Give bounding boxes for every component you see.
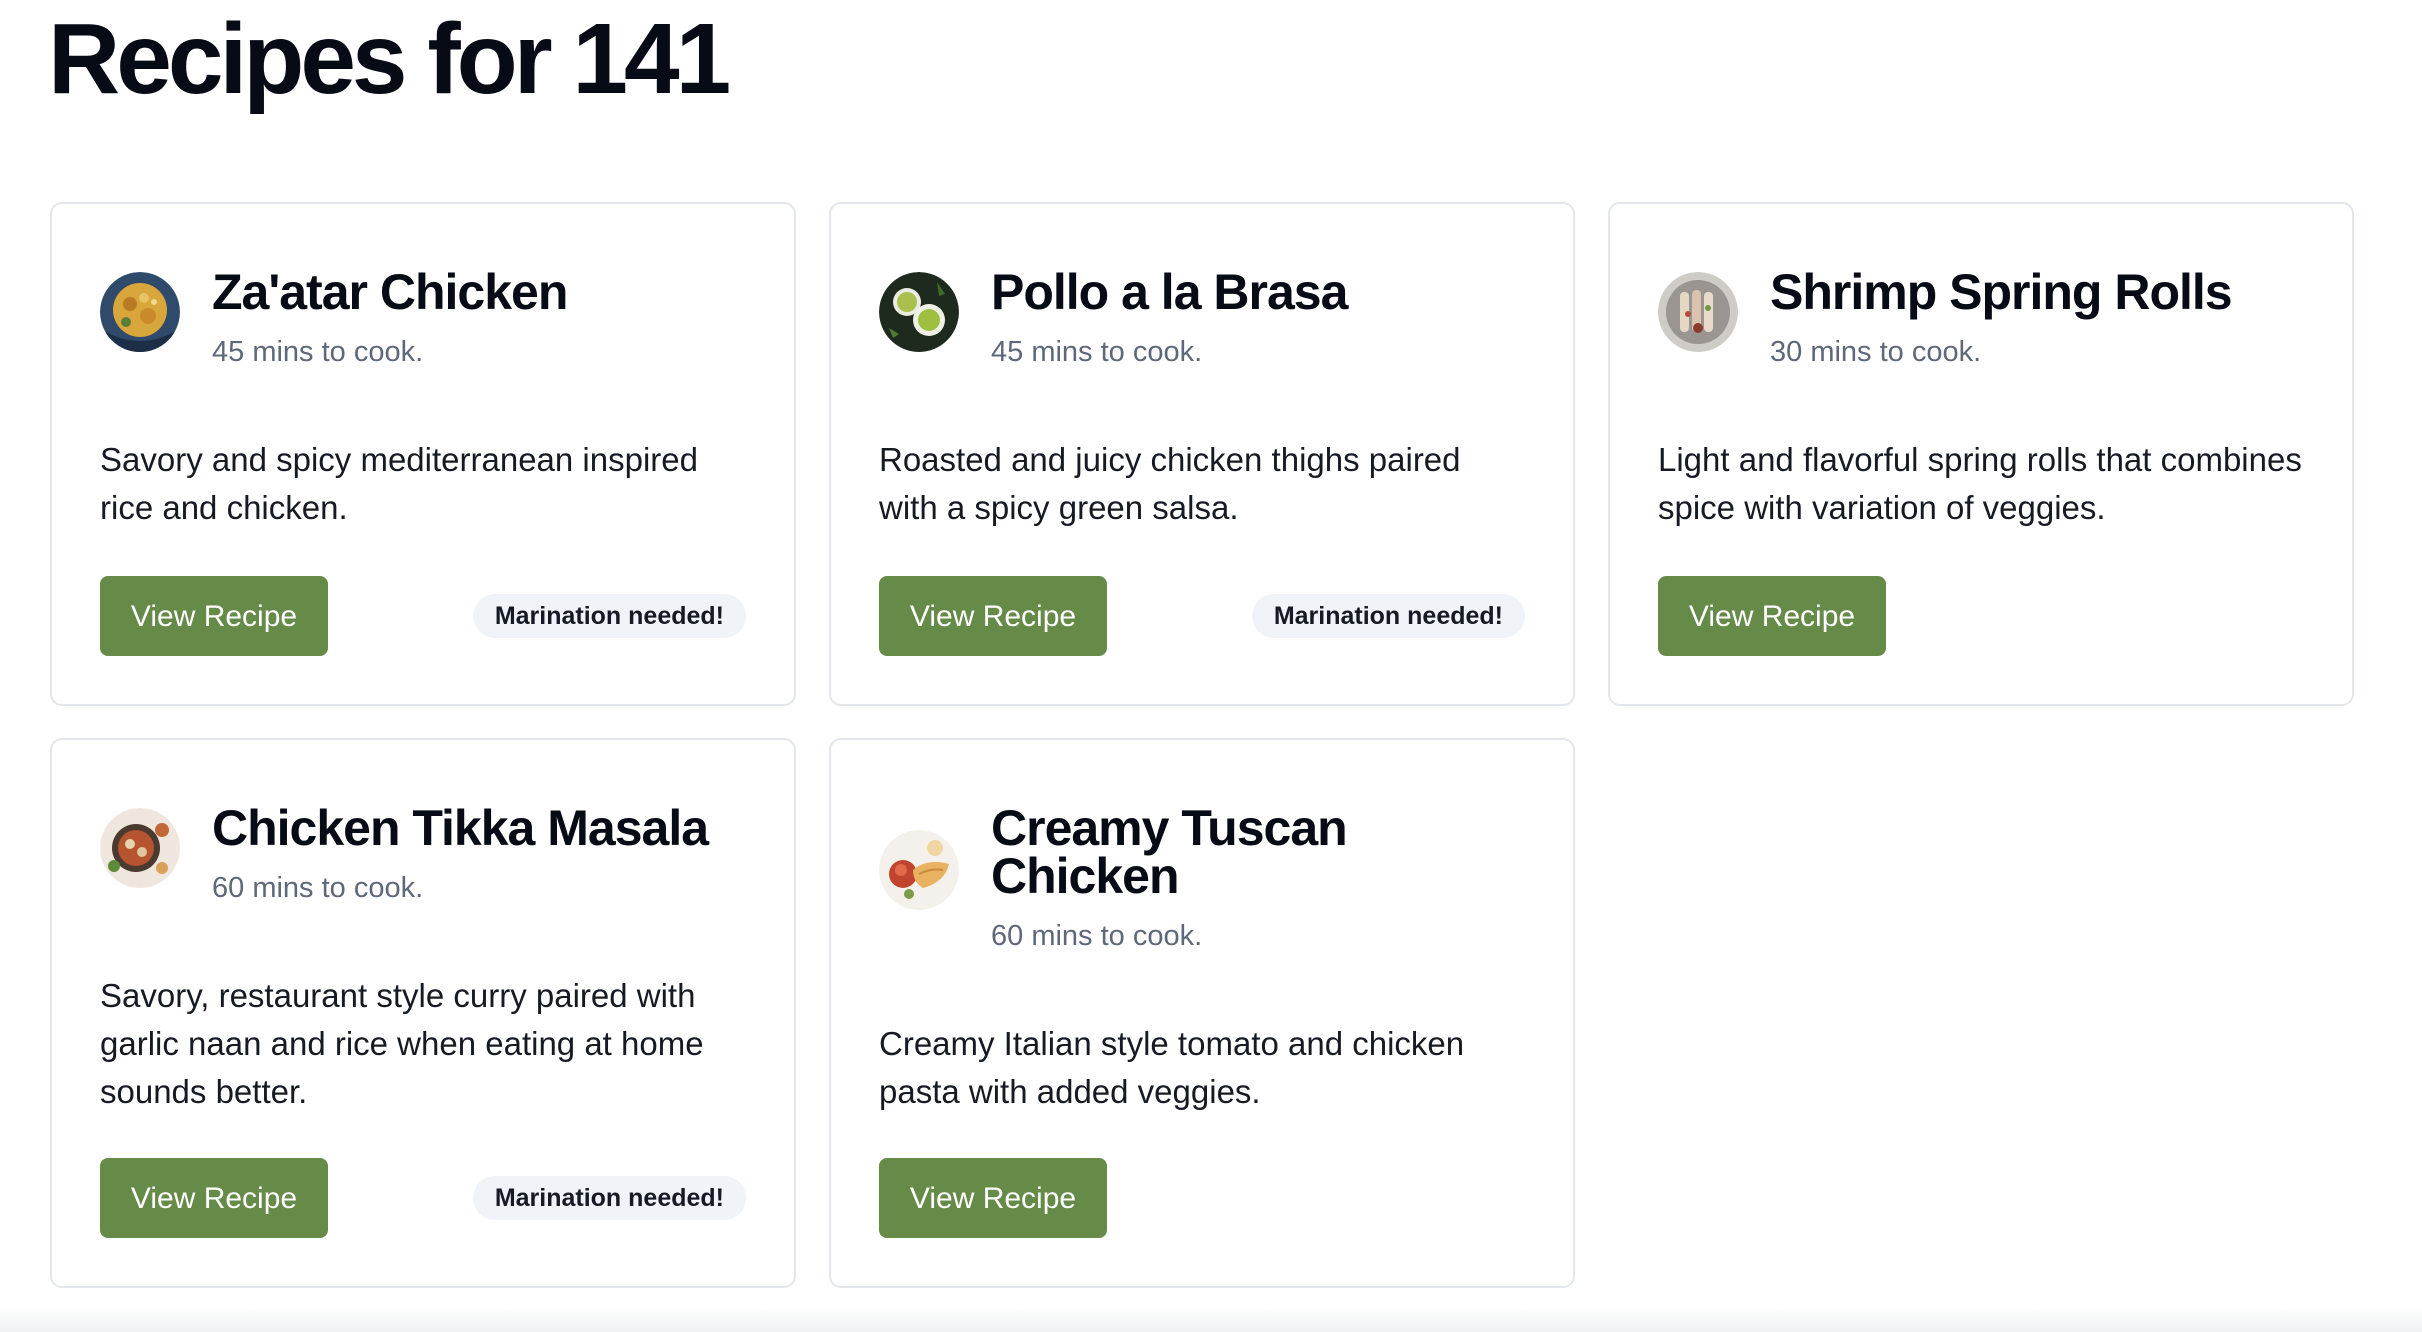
recipe-title: Za'atar Chicken <box>212 264 568 320</box>
recipe-card-footer: View Recipe Marination needed! <box>100 1158 746 1238</box>
recipe-card-footer: View Recipe <box>879 1158 1525 1238</box>
marination-badge: Marination needed! <box>472 594 746 638</box>
recipe-cook-time: 45 mins to cook. <box>991 336 1203 368</box>
recipe-card: Chicken Tikka Masala 60 mins to cook. Sa… <box>50 738 796 1288</box>
recipe-description: Roasted and juicy chicken thighs paired … <box>879 441 1461 526</box>
recipe-cook-time: 45 mins to cook. <box>212 336 424 368</box>
recipe-title: Creamy Tuscan Chicken <box>991 800 1348 904</box>
recipe-card-footer: View Recipe <box>1658 576 2304 656</box>
view-recipe-button[interactable]: View Recipe <box>100 1158 328 1238</box>
recipe-thumbnail-icon <box>879 830 959 910</box>
recipe-description: Savory, restaurant style curry paired wi… <box>100 977 704 1110</box>
recipe-cook-time: 60 mins to cook. <box>991 920 1203 952</box>
recipe-card: Shrimp Spring Rolls 30 mins to cook. Lig… <box>1608 202 2354 706</box>
recipe-thumbnail-icon <box>1658 272 1738 352</box>
recipe-card: Za'atar Chicken 45 mins to cook. Savory … <box>50 202 796 706</box>
recipe-grid: Za'atar Chicken 45 mins to cook. Savory … <box>50 202 2354 1288</box>
recipe-card-header: Pollo a la Brasa 45 mins to cook. <box>879 264 1525 370</box>
recipe-description: Light and flavorful spring rolls that co… <box>1658 441 2302 526</box>
recipe-card-header: Chicken Tikka Masala 60 mins to cook. <box>100 800 746 906</box>
recipe-card-footer: View Recipe Marination needed! <box>879 576 1525 656</box>
recipe-thumbnail-icon <box>100 808 180 888</box>
recipe-card: Creamy Tuscan Chicken 60 mins to cook. C… <box>829 738 1575 1288</box>
recipe-description: Creamy Italian style tomato and chicken … <box>879 1025 1465 1110</box>
recipe-cook-time: 60 mins to cook. <box>212 872 424 904</box>
page-bottom-edge <box>0 1308 2422 1332</box>
recipe-title: Chicken Tikka Masala <box>212 800 709 856</box>
recipe-title: Shrimp Spring Rolls <box>1770 264 2233 320</box>
view-recipe-button[interactable]: View Recipe <box>100 576 328 656</box>
recipe-card-header: Za'atar Chicken 45 mins to cook. <box>100 264 746 370</box>
recipe-title: Pollo a la Brasa <box>991 264 1348 320</box>
view-recipe-button[interactable]: View Recipe <box>879 576 1107 656</box>
marination-badge: Marination needed! <box>472 1176 746 1220</box>
view-recipe-button[interactable]: View Recipe <box>879 1158 1107 1238</box>
recipe-card-header: Creamy Tuscan Chicken 60 mins to cook. <box>879 800 1525 954</box>
recipe-thumbnail-icon <box>879 272 959 352</box>
view-recipe-button[interactable]: View Recipe <box>1658 576 1886 656</box>
page-title: Recipes for 141 <box>48 3 731 115</box>
recipe-card-header: Shrimp Spring Rolls 30 mins to cook. <box>1658 264 2304 370</box>
marination-badge: Marination needed! <box>1251 594 1525 638</box>
recipe-description: Savory and spicy mediterranean inspired … <box>100 441 698 526</box>
recipe-cook-time: 30 mins to cook. <box>1770 336 1982 368</box>
recipe-card: Pollo a la Brasa 45 mins to cook. Roaste… <box>829 202 1575 706</box>
recipe-card-footer: View Recipe Marination needed! <box>100 576 746 656</box>
recipe-thumbnail-icon <box>100 272 180 352</box>
